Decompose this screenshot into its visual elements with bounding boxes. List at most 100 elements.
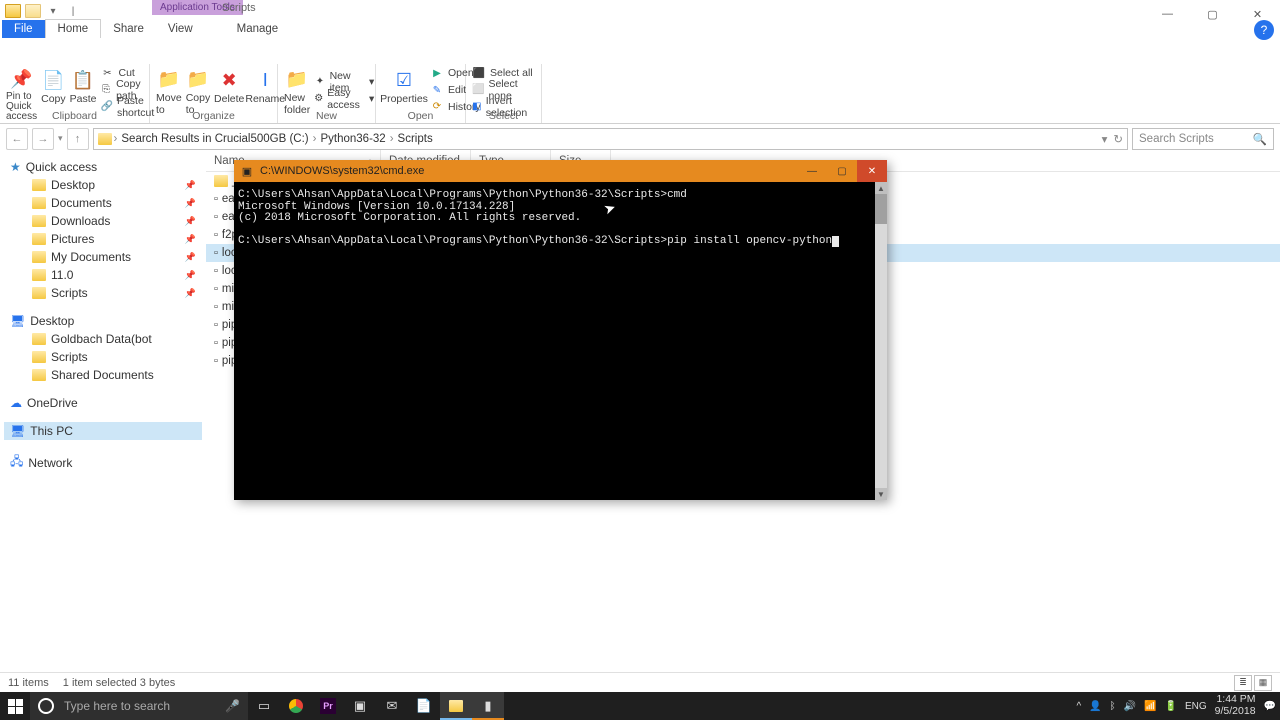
window-title: Scripts	[222, 2, 256, 14]
copy-button[interactable]: 📄Copy	[41, 66, 66, 114]
cmd-titlebar[interactable]: ▣ C:\WINDOWS\system32\cmd.exe — ▢ ✕	[234, 160, 887, 182]
file-icon: ▫	[214, 355, 218, 367]
scroll-thumb[interactable]	[875, 194, 887, 224]
clock[interactable]: 1:44 PM9/5/2018	[1215, 694, 1256, 717]
sidebar-this-pc[interactable]: 🖥This PC	[4, 422, 202, 440]
cmd-icon: ▣	[238, 162, 256, 180]
ribbon: 📌Pin to Quick access 📄Copy 📋Paste ✂Cut ⎘…	[0, 62, 1280, 124]
cmd-maximize-button[interactable]: ▢	[827, 160, 857, 182]
minimize-button[interactable]: —	[1145, 0, 1190, 28]
cmd-output[interactable]: C:\Users\Ahsan\AppData\Local\Programs\Py…	[234, 182, 887, 252]
sidebar-item[interactable]: Scripts📌	[4, 284, 202, 302]
volume-icon[interactable]: 🔊	[1124, 701, 1136, 712]
maximize-button[interactable]: ▢	[1190, 0, 1235, 28]
search-icon: 🔍	[1253, 132, 1267, 146]
breadcrumb[interactable]: Scripts	[396, 133, 435, 145]
tab-share[interactable]: Share	[101, 20, 156, 38]
sidebar-item[interactable]: Pictures📌	[4, 230, 202, 248]
task-view-button[interactable]: ▭	[248, 692, 280, 720]
premiere-icon[interactable]: Pr	[312, 692, 344, 720]
tab-view[interactable]: View	[156, 20, 205, 38]
cmd-scrollbar[interactable]: ▲ ▼	[875, 182, 887, 500]
refresh-icon[interactable]: ↻	[1113, 132, 1123, 146]
scroll-down-icon[interactable]: ▼	[875, 488, 887, 500]
folder-icon	[32, 351, 46, 363]
file-icon: ▫	[214, 283, 218, 295]
file-icon: ▫	[214, 319, 218, 331]
sidebar-item[interactable]: 🖥Desktop	[4, 312, 202, 330]
search-input[interactable]: Search Scripts🔍	[1132, 128, 1274, 150]
language-icon[interactable]: ENG	[1185, 701, 1207, 712]
sidebar-item[interactable]: Documents📌	[4, 194, 202, 212]
copy-icon: 📄	[41, 69, 65, 91]
sidebar-item[interactable]: Shared Documents	[4, 366, 202, 384]
group-label: Open	[376, 110, 465, 122]
start-button[interactable]	[0, 692, 30, 720]
navigation-pane: ★Quick access Desktop📌Documents📌Download…	[0, 150, 206, 715]
group-label: Select	[466, 110, 541, 122]
group-label: Organize	[150, 110, 277, 122]
sidebar-item[interactable]: Goldbach Data(bot	[4, 330, 202, 348]
properties-button[interactable]: ☑Properties	[382, 66, 426, 114]
outlook-icon[interactable]: ✉	[376, 692, 408, 720]
delete-button[interactable]: ✖Delete	[214, 66, 244, 114]
new-folder-button[interactable]: 📁New folder	[284, 66, 310, 114]
status-item-count: 11 items	[8, 677, 49, 689]
notepad-icon[interactable]: 📄	[408, 692, 440, 720]
people-icon[interactable]: 👤	[1089, 701, 1101, 712]
forward-button[interactable]: →	[32, 128, 54, 150]
cmd-taskbar-icon[interactable]: ▮	[472, 692, 504, 720]
chrome-icon[interactable]	[280, 692, 312, 720]
thumbnails-view-button[interactable]: ▦	[1254, 675, 1272, 691]
sidebar-item[interactable]: 11.0📌	[4, 266, 202, 284]
group-label: New	[278, 110, 375, 122]
cmd-close-button[interactable]: ✕	[857, 160, 887, 182]
windows-icon	[8, 699, 23, 714]
easy-access-button[interactable]: ⚙Easy access ▾	[314, 91, 374, 106]
mic-icon: 🎤	[225, 699, 240, 713]
tab-file[interactable]: File	[2, 20, 45, 38]
wifi-icon[interactable]: 📶	[1144, 701, 1156, 712]
sidebar-quick-access[interactable]: ★Quick access	[4, 158, 202, 176]
folder-icon	[32, 369, 46, 381]
folder-icon	[32, 287, 46, 299]
tab-home[interactable]: Home	[45, 19, 102, 38]
tray-icon[interactable]: ^	[1076, 701, 1081, 712]
rename-icon: I	[253, 69, 277, 91]
file-icon: ▫	[214, 193, 218, 205]
breadcrumb[interactable]: Python36-32	[318, 133, 387, 145]
explorer-icon[interactable]	[440, 692, 472, 720]
taskbar-search[interactable]: Type here to search🎤	[30, 692, 248, 720]
scroll-up-icon[interactable]: ▲	[875, 182, 887, 194]
sidebar-item[interactable]: My Documents📌	[4, 248, 202, 266]
recent-dropdown-icon[interactable]: ▾	[58, 133, 63, 144]
pin-quick-access-button[interactable]: 📌Pin to Quick access	[6, 66, 37, 114]
path-icon: ⎘	[100, 83, 112, 97]
battery-icon[interactable]: 🔋	[1165, 701, 1177, 712]
copy-to-button[interactable]: 📁Copy to	[186, 66, 211, 114]
folder-icon	[98, 133, 112, 145]
new-item-icon: ✦	[314, 75, 325, 89]
address-bar[interactable]: › Search Results in Crucial500GB (C:)› P…	[93, 128, 1128, 150]
sidebar-item[interactable]: Desktop📌	[4, 176, 202, 194]
details-view-button[interactable]: ≣	[1234, 675, 1252, 691]
dropdown-icon[interactable]: ▾	[1102, 132, 1108, 146]
back-button[interactable]: ←	[6, 128, 28, 150]
sidebar-onedrive[interactable]: ☁OneDrive	[4, 394, 202, 412]
cmd-minimize-button[interactable]: —	[797, 160, 827, 182]
move-to-button[interactable]: 📁Move to	[156, 66, 182, 114]
sidebar-network[interactable]: 🖧Network	[4, 450, 202, 475]
bluetooth-icon[interactable]: ᛒ	[1110, 701, 1116, 712]
folder-icon	[32, 251, 46, 263]
sidebar-item[interactable]: Scripts	[4, 348, 202, 366]
app-icon[interactable]: ▣	[344, 692, 376, 720]
breadcrumb[interactable]: Search Results in Crucial500GB (C:)	[119, 133, 310, 145]
paste-button[interactable]: 📋Paste	[70, 66, 97, 114]
help-icon[interactable]: ?	[1254, 20, 1274, 40]
up-button[interactable]: ↑	[67, 128, 89, 150]
sidebar-item[interactable]: Downloads📌	[4, 212, 202, 230]
notifications-icon[interactable]: 💬	[1264, 701, 1276, 712]
folder-icon	[32, 269, 46, 281]
paste-icon: 📋	[71, 69, 95, 91]
tab-manage[interactable]: Manage	[225, 20, 291, 38]
